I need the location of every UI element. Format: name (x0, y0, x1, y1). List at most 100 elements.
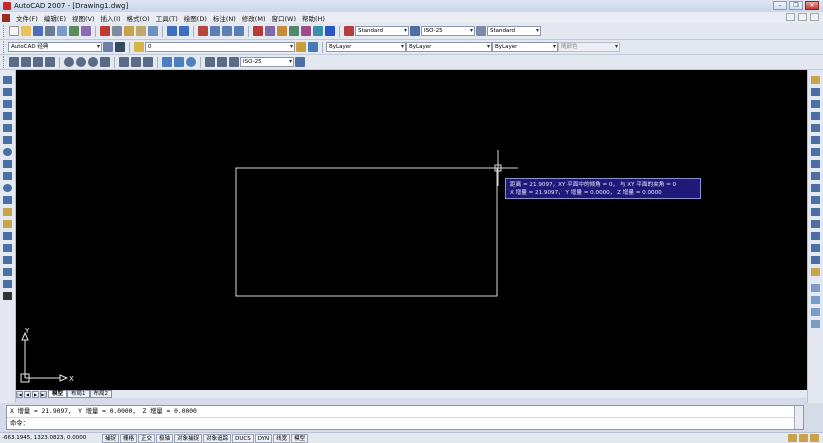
osnap-toggle[interactable]: 对象捕捉 (174, 433, 203, 443)
menu-tools[interactable]: 工具(T) (153, 13, 181, 23)
open-folder-icon[interactable] (21, 26, 31, 36)
quickcalc-icon[interactable] (313, 26, 323, 36)
quick-dimension-icon[interactable] (119, 57, 129, 67)
polyline-icon[interactable] (3, 100, 12, 108)
command-window[interactable]: X 增量 = 21.9097， Y 增量 = 0.0000， Z 增量 = 0.… (6, 405, 804, 430)
tolerance-icon[interactable] (174, 57, 184, 67)
table-icon[interactable] (3, 280, 12, 288)
status-menu-icon[interactable] (810, 434, 819, 442)
redo-icon[interactable] (179, 26, 189, 36)
menu-modify[interactable]: 修改(M) (239, 13, 269, 23)
offset-icon[interactable] (811, 112, 820, 120)
polar-toggle[interactable]: 极轴 (156, 433, 174, 443)
copy-object-icon[interactable] (811, 88, 820, 96)
cut-icon[interactable] (100, 26, 110, 36)
zoom-window-icon[interactable] (222, 26, 232, 36)
extend-icon[interactable] (811, 196, 820, 204)
tab-layout1[interactable]: 布局1 (67, 390, 90, 398)
block-editor-icon[interactable] (148, 26, 158, 36)
maximize-button[interactable]: ❐ (789, 1, 803, 10)
layer-select[interactable]: 0 (145, 42, 295, 52)
quick-leader-icon[interactable] (162, 57, 172, 67)
dim-style-select[interactable]: ISO-25 (421, 26, 475, 36)
coordinate-readout[interactable]: -663.1945, 1323.0823, 0.0000 (2, 435, 102, 441)
construction-line-icon[interactable] (3, 88, 12, 96)
properties-icon[interactable] (253, 26, 263, 36)
toolbar-grip[interactable] (3, 25, 6, 37)
mirror-icon[interactable] (811, 100, 820, 108)
3d-dwf-icon[interactable] (81, 26, 91, 36)
doc-restore-button[interactable] (798, 13, 807, 21)
text-style-select[interactable]: Standard (355, 26, 409, 36)
gradient-icon[interactable] (3, 256, 12, 264)
continue-dimension-icon[interactable] (143, 57, 153, 67)
tab-layout2[interactable]: 布局2 (89, 390, 113, 398)
menu-view[interactable]: 视图(V) (69, 13, 98, 23)
match-properties-icon[interactable] (136, 26, 146, 36)
ducs-toggle[interactable]: DUCS (232, 433, 254, 443)
tool-palettes-icon[interactable] (277, 26, 287, 36)
last-tab-icon[interactable]: ▶| (40, 390, 47, 398)
workspace-select[interactable]: AutoCAD 经典 (8, 42, 102, 52)
spline-icon[interactable] (3, 172, 12, 180)
sheet-set-icon[interactable] (289, 26, 299, 36)
chamfer-icon[interactable] (811, 244, 820, 252)
erase-icon[interactable] (811, 76, 820, 84)
break-icon[interactable] (811, 220, 820, 228)
menu-edit[interactable]: 编辑(E) (41, 13, 69, 23)
help-icon[interactable] (325, 26, 335, 36)
stretch-icon[interactable] (811, 172, 820, 180)
toolbar-grip[interactable] (3, 56, 6, 68)
baseline-dimension-icon[interactable] (131, 57, 141, 67)
ellipse-icon[interactable] (3, 184, 12, 192)
color-select[interactable]: ByLayer (326, 42, 406, 52)
revision-cloud-icon[interactable] (3, 160, 12, 168)
design-center-icon[interactable] (265, 26, 275, 36)
arc-length-icon[interactable] (33, 57, 43, 67)
rectangle-icon[interactable] (3, 124, 12, 132)
paste-icon[interactable] (124, 26, 134, 36)
array-icon[interactable] (811, 124, 820, 132)
tab-model[interactable]: 模型 (48, 390, 68, 398)
snap-toggle[interactable]: 捕捉 (102, 433, 120, 443)
jogged-dimension-icon[interactable] (76, 57, 86, 67)
text-style-icon[interactable] (344, 26, 354, 36)
publish-icon[interactable] (69, 26, 79, 36)
markup-icon[interactable] (301, 26, 311, 36)
make-block-icon[interactable] (3, 220, 12, 228)
new-file-icon[interactable] (9, 26, 19, 36)
workspace-settings-icon[interactable] (103, 42, 113, 52)
menu-draw[interactable]: 绘图(D) (181, 13, 210, 23)
rectangle-entity[interactable] (235, 167, 498, 297)
toolbar-grip[interactable] (3, 41, 6, 53)
linear-dimension-icon[interactable] (9, 57, 19, 67)
make-current-layer-icon[interactable] (296, 42, 306, 52)
menu-window[interactable]: 窗口(W) (268, 13, 299, 23)
ortho-toggle[interactable]: 正交 (138, 433, 156, 443)
zoom-previous-icon[interactable] (234, 26, 244, 36)
menu-insert[interactable]: 插入(I) (98, 13, 124, 23)
next-tab-icon[interactable]: ▶ (32, 390, 39, 398)
command-prompt[interactable]: 命令： (7, 417, 803, 428)
communication-center-icon[interactable] (788, 434, 797, 442)
fillet-icon[interactable] (811, 256, 820, 264)
arc-icon[interactable] (3, 136, 12, 144)
send-to-back-icon[interactable] (811, 308, 820, 316)
layer-manager-icon[interactable] (134, 42, 144, 52)
menu-dimension[interactable]: 标注(N) (210, 13, 239, 23)
lock-toolbars-icon[interactable] (799, 434, 808, 442)
trim-icon[interactable] (811, 184, 820, 192)
linetype-select[interactable]: ByLayer (406, 42, 492, 52)
lineweight-select[interactable]: ByLayer (492, 42, 558, 52)
draw-order-icon[interactable] (811, 284, 820, 292)
multiline-text-icon[interactable] (3, 292, 12, 300)
diameter-dimension-icon[interactable] (88, 57, 98, 67)
menu-help[interactable]: 帮助(H) (299, 13, 328, 23)
close-button[interactable]: ✕ (805, 1, 819, 10)
zoom-realtime-icon[interactable] (210, 26, 220, 36)
save-icon[interactable] (33, 26, 43, 36)
grid-toggle[interactable]: 栅格 (120, 433, 138, 443)
otrack-toggle[interactable]: 对象追踪 (203, 433, 232, 443)
table-style-icon[interactable] (476, 26, 486, 36)
document-icon[interactable] (2, 13, 10, 22)
